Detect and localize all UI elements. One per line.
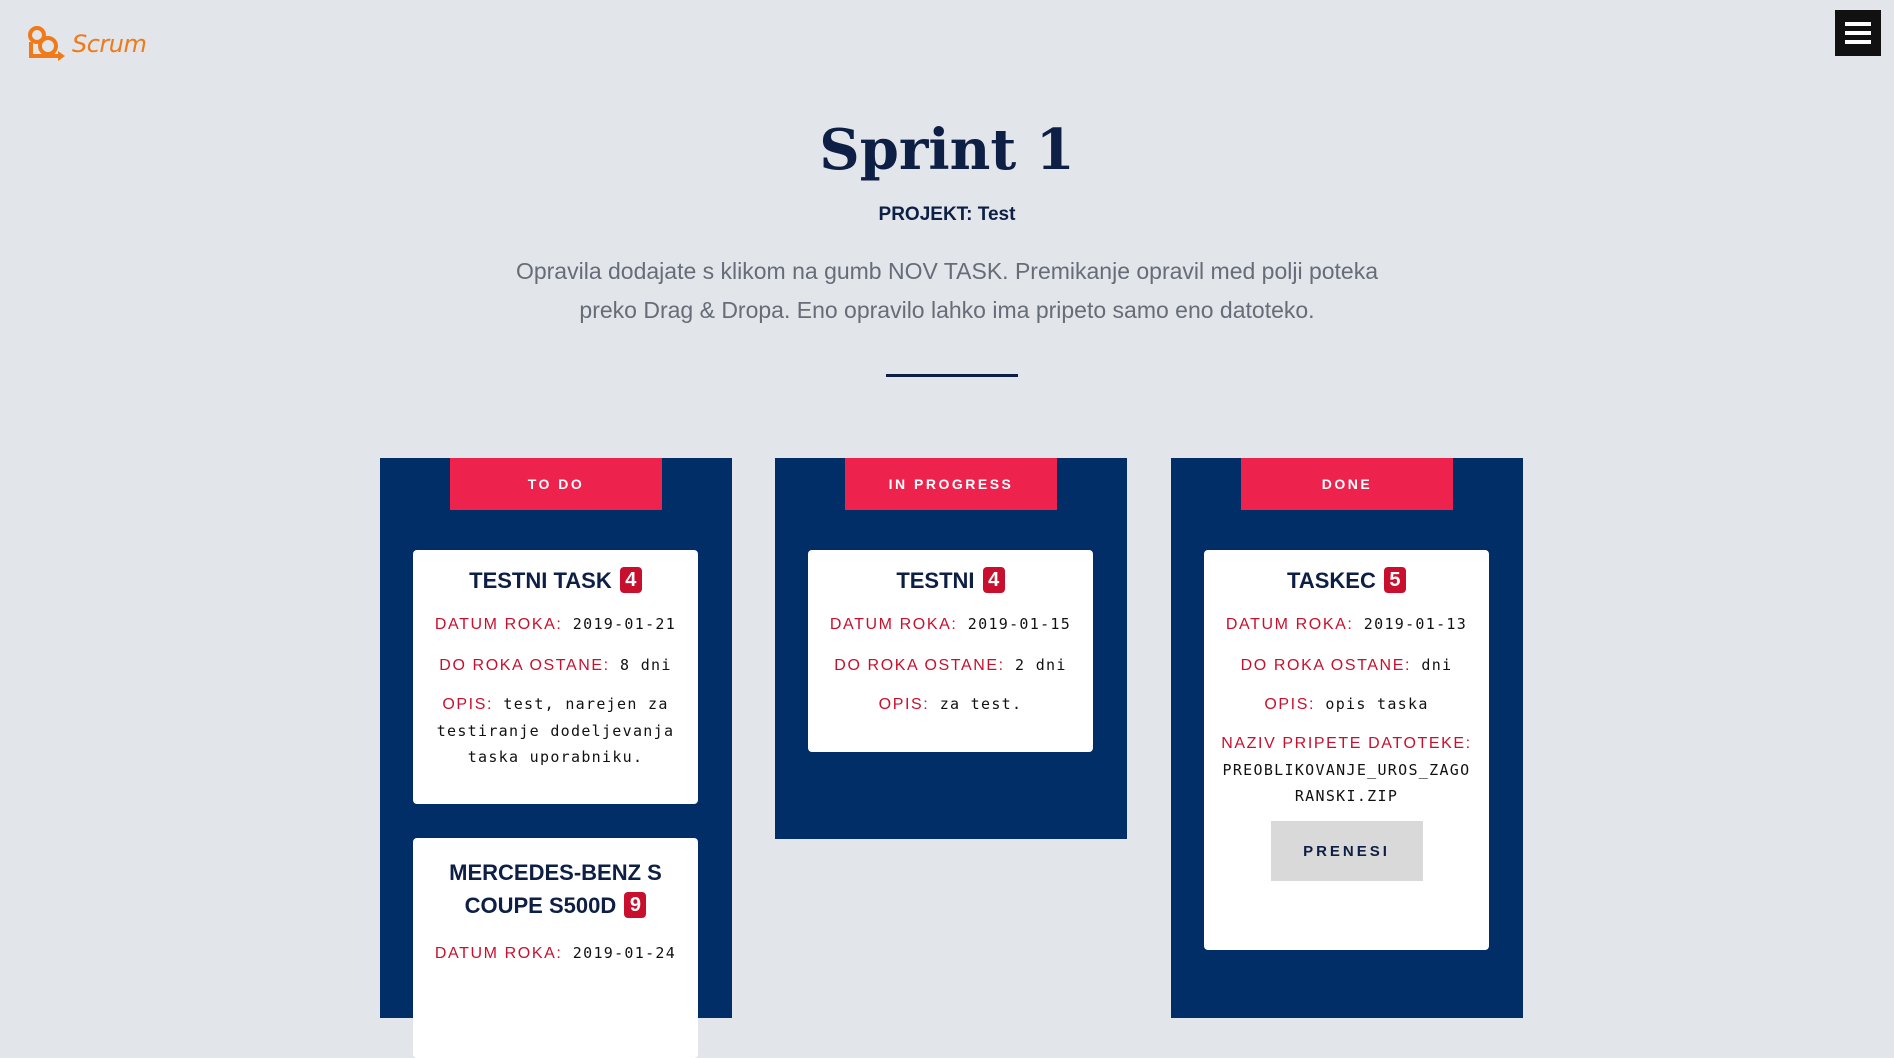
due-date-value: 2019-01-15: [967, 615, 1072, 633]
task-card[interactable]: TESTNI 4 DATUM ROKA: 2019-01-15 DO ROKA …: [808, 550, 1093, 752]
task-description: OPIS: opis taska: [1218, 691, 1475, 718]
task-title: TASKEC 5: [1218, 564, 1475, 597]
column-header-in-progress: IN PROGRESS: [845, 458, 1057, 510]
remaining-label: DO ROKA OSTANE:: [1240, 657, 1412, 674]
description-label: OPIS:: [442, 696, 494, 713]
project-name: Test: [977, 204, 1016, 225]
menu-bar: [1845, 40, 1871, 44]
scrum-logo-icon: [28, 26, 65, 61]
divider: [886, 374, 1018, 377]
remaining-value: 8 dni: [620, 656, 672, 674]
task-remaining: DO ROKA OSTANE: 2 dni: [822, 652, 1079, 679]
attachment-label: NAZIV PRIPETE DATOTEKE:: [1221, 735, 1472, 752]
description-label: OPIS:: [1264, 696, 1316, 713]
task-due-date: DATUM ROKA: 2019-01-21: [427, 611, 684, 638]
task-points-badge: 9: [624, 892, 647, 918]
task-description: OPIS: test, narejen za testiranje dodelj…: [427, 691, 684, 770]
remaining-label: DO ROKA OSTANE:: [439, 657, 610, 674]
description-value: opis taska: [1325, 695, 1429, 713]
task-remaining: DO ROKA OSTANE: 8 dni: [427, 652, 684, 679]
description-value: za test.: [939, 695, 1023, 713]
task-remaining: DO ROKA OSTANE: dni: [1218, 652, 1475, 679]
column-in-progress[interactable]: IN PROGRESS TESTNI 4 DATUM ROKA: 2019-01…: [775, 458, 1127, 839]
task-due-date: DATUM ROKA: 2019-01-13: [1218, 611, 1475, 638]
task-card[interactable]: TESTNI TASK 4 DATUM ROKA: 2019-01-21 DO …: [413, 550, 698, 804]
remaining-value: dni: [1421, 656, 1453, 674]
menu-bar: [1845, 22, 1871, 26]
task-attachment-label: NAZIV PRIPETE DATOTEKE:: [1218, 730, 1475, 757]
task-points-badge: 5: [1383, 567, 1406, 593]
task-attachment-name: PREOBLIKOVANJE_UROS_ZAGORANSKI.ZIP: [1222, 761, 1471, 805]
task-points-badge: 4: [982, 567, 1005, 593]
due-date-value: 2019-01-13: [1363, 615, 1468, 633]
task-title: TESTNI 4: [822, 564, 1079, 597]
due-date-value: 2019-01-24: [572, 944, 677, 962]
remaining-value: 2 dni: [1015, 656, 1067, 674]
due-date-value: 2019-01-21: [572, 615, 677, 633]
task-due-date: DATUM ROKA: 2019-01-15: [822, 611, 1079, 638]
download-button[interactable]: PRENESI: [1270, 821, 1423, 881]
due-date-label: DATUM ROKA:: [434, 616, 563, 633]
column-done[interactable]: DONE TASKEC 5 DATUM ROKA: 2019-01-13 DO …: [1171, 458, 1523, 1018]
due-date-label: DATUM ROKA:: [434, 945, 563, 962]
task-card[interactable]: TASKEC 5 DATUM ROKA: 2019-01-13 DO ROKA …: [1204, 550, 1489, 950]
page-title: Sprint 1: [819, 117, 1075, 183]
task-description: OPIS: za test.: [822, 691, 1079, 718]
remaining-label: DO ROKA OSTANE:: [834, 657, 1005, 674]
menu-bar: [1845, 31, 1871, 35]
column-todo[interactable]: TO DO TESTNI TASK 4 DATUM ROKA: 2019-01-…: [380, 458, 732, 1058]
project-line: PROJEKT: Test: [0, 204, 1894, 226]
task-title-text: TESTNI TASK: [469, 568, 612, 593]
brand-name: Scrum: [72, 30, 147, 58]
description-label: OPIS:: [878, 696, 930, 713]
task-points-badge: 4: [619, 567, 642, 593]
task-title-text: TASKEC: [1287, 568, 1376, 593]
hamburger-menu-icon[interactable]: [1835, 10, 1881, 56]
task-title-text: TESTNI: [896, 568, 975, 593]
column-header-done: DONE: [1241, 458, 1453, 510]
task-title: TESTNI TASK 4: [427, 564, 684, 597]
due-date-label: DATUM ROKA:: [829, 616, 958, 633]
page-description: Opravila dodajate s klikom na gumb NOV T…: [515, 258, 1379, 323]
project-label: PROJEKT:: [878, 204, 973, 225]
task-card[interactable]: MERCEDES-BENZ S COUPE S500D 9 DATUM ROKA…: [413, 838, 698, 1058]
logo[interactable]: Scrum: [26, 24, 147, 64]
task-due-date: DATUM ROKA: 2019-01-24: [427, 940, 684, 967]
due-date-label: DATUM ROKA:: [1225, 616, 1354, 633]
column-header-todo: TO DO: [450, 458, 662, 510]
task-title: MERCEDES-BENZ S COUPE S500D 9: [427, 856, 684, 922]
